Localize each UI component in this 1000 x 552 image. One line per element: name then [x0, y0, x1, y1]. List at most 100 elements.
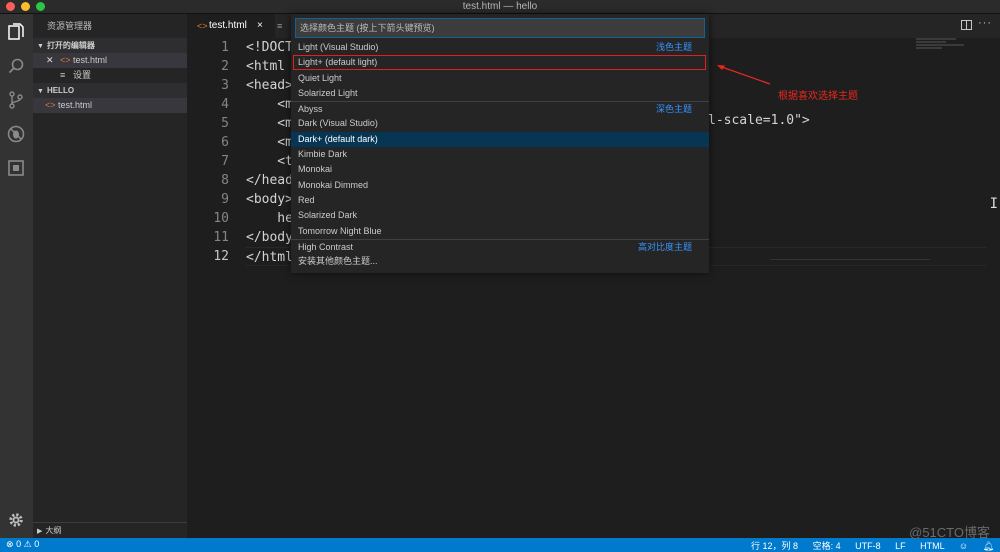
outline-section[interactable]: ▶ 大纲 [33, 522, 187, 538]
line-number: 9 [221, 192, 229, 207]
theme-item[interactable]: Solarized Dark [291, 208, 709, 223]
settings-tab-icon[interactable]: ≡ [277, 14, 291, 38]
theme-item[interactable]: Monokai [291, 162, 709, 177]
split-editor-icon[interactable] [961, 20, 972, 30]
open-editor-label: 设置 [73, 70, 92, 80]
indentation[interactable]: 空格: 4 [813, 541, 841, 551]
line-number: 11 [213, 230, 229, 245]
tab-label: test.html [209, 20, 247, 31]
minimap[interactable] [916, 38, 968, 58]
notifications-bell-icon[interactable]: 🔔︎ [983, 541, 994, 551]
tab-close-icon[interactable]: × [257, 14, 263, 38]
theme-item[interactable]: Monokai Dimmed [291, 178, 709, 193]
code-overflow-text: l-scale=1.0"> [708, 113, 810, 128]
line-number: 10 [213, 211, 229, 226]
theme-group-label: 深色主题 [655, 104, 692, 115]
theme-item[interactable]: Solarized Light [291, 86, 709, 101]
title-bar: test.html — hello [0, 0, 1000, 14]
search-icon[interactable] [6, 56, 26, 76]
open-editors-label: 打开的编辑器 [46, 41, 95, 50]
error-count: 0 [16, 539, 22, 549]
line-number: 4 [221, 97, 229, 112]
file-label: test.html [58, 100, 93, 110]
theme-group-label: 高对比度主题 [637, 241, 692, 252]
cursor-position[interactable]: 行 12，列 8 [751, 541, 798, 551]
settings-file-icon: ≡ [60, 70, 66, 80]
theme-item[interactable]: Tomorrow Night Blue [291, 224, 709, 239]
line-number: 5 [221, 116, 229, 131]
theme-label: Solarized Light [298, 87, 358, 98]
outline-label: 大纲 [45, 526, 62, 535]
theme-item[interactable]: Dark (Visual Studio) [291, 116, 709, 131]
status-bar: ⊗ 0 ⚠ 0 行 12，列 8 空格: 4 UTF-8 LF HTML ☺ 🔔… [0, 538, 1000, 552]
explorer-icon[interactable] [6, 22, 26, 42]
annotation-arrow-icon [717, 65, 771, 85]
chevron-down-icon: ▼ [37, 43, 44, 50]
install-themes-item[interactable]: 安装其他颜色主题... [291, 254, 709, 269]
line-number: 3 [221, 78, 229, 93]
line-number: 2 [221, 59, 229, 74]
theme-list: Light (Visual Studio) 浅色主题 Light+ (defaul… [291, 40, 709, 269]
chevron-down-icon: ▼ [37, 88, 44, 95]
theme-label: 安装其他颜色主题... [298, 256, 378, 267]
explorer-title: 资源管理器 [47, 21, 93, 31]
line-number: 1 [221, 40, 229, 55]
open-editor-item-test-html[interactable]: ✕ <> test.html [33, 53, 187, 68]
theme-label: Solarized Dark [298, 210, 358, 221]
tab-test-html[interactable]: <> test.html × [187, 14, 275, 38]
source-control-icon[interactable] [6, 90, 26, 110]
theme-label: Monokai Dimmed [298, 179, 369, 190]
line-number-gutter: 1 2 3 4 5 6 7 8 9 10 11 12 [187, 38, 235, 266]
project-label: HELLO [46, 86, 75, 95]
feedback-smiley-icon[interactable]: ☺ [959, 541, 968, 551]
file-item-test-html[interactable]: <> test.html [33, 98, 187, 113]
html-file-icon: <> [45, 100, 56, 110]
theme-label: Light (Visual Studio) [298, 42, 379, 52]
watermark: @51CTO博客 [909, 525, 990, 540]
chevron-right-icon: ▶ [37, 528, 43, 535]
color-theme-picker: 选择颜色主题 (按上下箭头键预览) Light (Visual Studio) 浅… [291, 14, 709, 273]
theme-item[interactable]: Red [291, 193, 709, 208]
line-number: 7 [221, 154, 229, 169]
problems-indicator[interactable]: ⊗ 0 ⚠ 0 [6, 539, 39, 550]
theme-label: High Contrast [298, 241, 354, 252]
activity-bar [0, 14, 33, 538]
theme-item[interactable]: Quiet Light [291, 71, 709, 86]
line-number: 8 [221, 173, 229, 188]
theme-label: Dark+ (default dark) [298, 133, 378, 144]
language-mode[interactable]: HTML [920, 541, 944, 551]
explorer-sidebar: 资源管理器 ▼ 打开的编辑器 ✕ <> test.html ≡ 设置 ▼ HELLO… [33, 14, 187, 538]
theme-item[interactable]: High Contrast 高对比度主题 [291, 238, 709, 254]
open-editor-label: test.html [73, 55, 108, 65]
extensions-icon[interactable] [6, 158, 26, 178]
annotation-text: 根据喜欢选择主题 [778, 91, 858, 102]
text-cursor-icon: I [989, 196, 998, 212]
theme-label: Kimbie Dark [298, 149, 348, 160]
window-title: test.html — hello [462, 1, 538, 12]
current-line-highlight [770, 259, 930, 260]
end-of-line[interactable]: LF [895, 541, 906, 551]
theme-search-input[interactable]: 选择颜色主题 (按上下箭头键预览) [295, 18, 705, 38]
error-icon: ⊗ [6, 539, 14, 549]
theme-item[interactable]: Abyss 深色主题 [291, 101, 709, 116]
html-file-icon: <> [60, 55, 71, 65]
warning-count: 0 [34, 539, 40, 549]
open-editors-section[interactable]: ▼ 打开的编辑器 [33, 38, 187, 53]
theme-item[interactable]: Kimbie Dark [291, 147, 709, 162]
more-actions-icon[interactable]: ··· [978, 17, 992, 29]
theme-item-selected[interactable]: Dark+ (default dark) [291, 131, 709, 148]
line-number: 12 [213, 249, 229, 264]
project-section[interactable]: ▼ HELLO [33, 83, 187, 98]
html-file-icon: <> [197, 21, 208, 31]
debug-icon[interactable] [6, 124, 26, 144]
encoding[interactable]: UTF-8 [855, 541, 881, 551]
theme-label: Dark (Visual Studio) [298, 118, 378, 129]
theme-group-label: 浅色主题 [655, 42, 692, 52]
theme-label: Tomorrow Night Blue [298, 225, 382, 236]
close-icon[interactable]: ✕ [46, 53, 54, 68]
theme-item[interactable]: Light (Visual Studio) 浅色主题 [291, 40, 709, 55]
open-editor-item-settings[interactable]: ≡ 设置 [33, 68, 187, 83]
settings-gear-icon[interactable] [6, 510, 26, 530]
highlight-annotation-box [293, 55, 706, 70]
warning-icon: ⚠ [23, 539, 32, 549]
